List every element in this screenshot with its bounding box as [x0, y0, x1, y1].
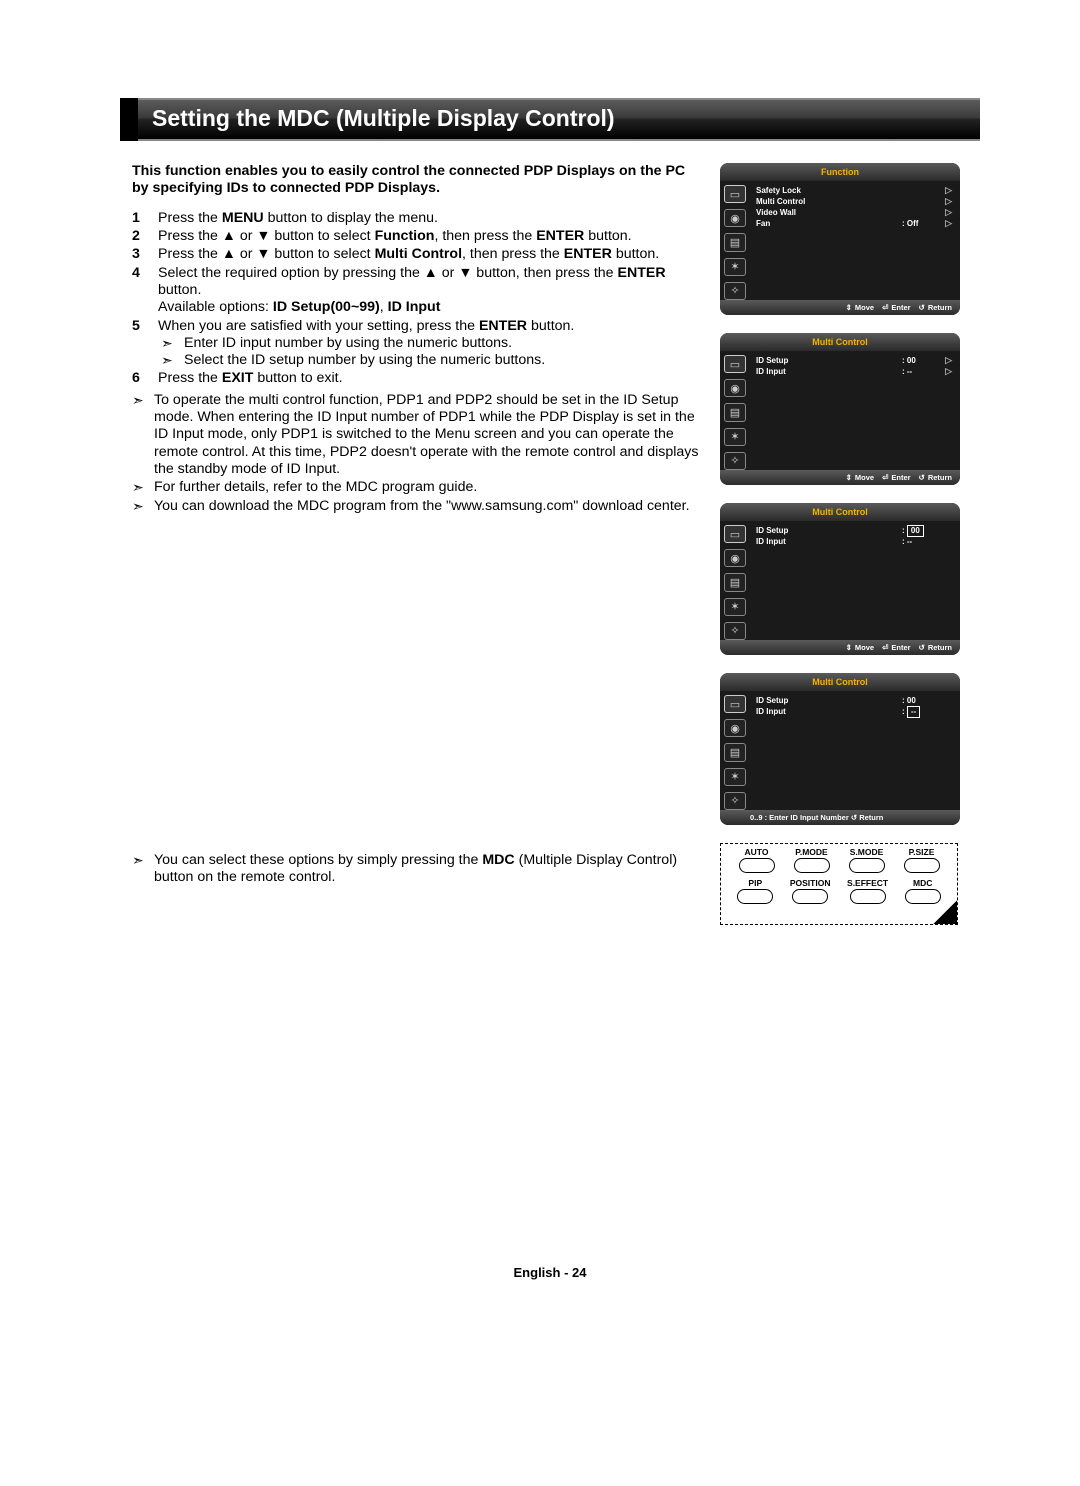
picture-icon: ▭ [724, 355, 746, 373]
remote-button: AUTO [739, 847, 775, 873]
function-icon: ✶ [724, 768, 746, 786]
setup-icon: ✧ [724, 622, 746, 640]
osd-screenshot-idinput: Multi Control ▭ ◉ ▤ ✶ ✧ ID Setup: 00ID I… [720, 673, 960, 825]
channel-icon: ▤ [724, 233, 746, 251]
enter-icon: ⏎ [882, 643, 888, 652]
enter-icon: ⏎ [882, 473, 888, 482]
enter-icon: ⏎ [882, 303, 888, 312]
remote-button: POSITION [790, 878, 831, 904]
intro-text: This function enables you to easily cont… [132, 163, 702, 198]
osd-footer-text: 0..9 : Enter ID Input Number ↺ Return [750, 813, 883, 822]
setup-icon: ✧ [724, 452, 746, 470]
picture-icon: ▭ [724, 525, 746, 543]
channel-icon: ▤ [724, 743, 746, 761]
move-icon: ⇕ [846, 473, 852, 482]
arrow-note: Enter ID input number by using the numer… [158, 335, 702, 352]
title-bar: Setting the MDC (Multiple Display Contro… [120, 98, 980, 141]
move-icon: ⇕ [846, 643, 852, 652]
move-icon: ⇕ [846, 303, 852, 312]
osd-screenshot-idsetup: Multi Control ▭ ◉ ▤ ✶ ✧ ID Setup: 00ID I… [720, 503, 960, 655]
return-icon: ↺ [919, 643, 925, 652]
setup-icon: ✧ [724, 282, 746, 300]
function-icon: ✶ [724, 598, 746, 616]
remote-control-diagram: AUTO P.MODE S.MODE P.SIZE PIP POSITION S.EFFE… [720, 843, 958, 925]
sound-icon: ◉ [724, 719, 746, 737]
return-icon: ↺ [919, 303, 925, 312]
function-icon: ✶ [724, 428, 746, 446]
arrow-note: Select the ID setup number by using the … [158, 352, 702, 369]
step-list: 1Press the MENU button to display the me… [132, 210, 702, 388]
sound-icon: ◉ [724, 379, 746, 397]
arrow-note: You can select these options by simply p… [132, 852, 702, 887]
arrow-note: For further details, refer to the MDC pr… [132, 479, 702, 496]
remote-button: S.EFFECT [847, 878, 888, 904]
arrow-note: You can download the MDC program from th… [132, 498, 702, 515]
page-title: Setting the MDC (Multiple Display Contro… [152, 105, 615, 131]
pointer-arrow-icon [931, 898, 957, 924]
function-icon: ✶ [724, 258, 746, 276]
setup-icon: ✧ [724, 792, 746, 810]
remote-button: PIP [737, 878, 773, 904]
channel-icon: ▤ [724, 573, 746, 591]
page-footer: English - 24 [120, 1265, 980, 1280]
arrow-note: To operate the multi control function, P… [132, 392, 702, 479]
sound-icon: ◉ [724, 549, 746, 567]
picture-icon: ▭ [724, 185, 746, 203]
osd-screenshot-function: Function ▭ ◉ ▤ ✶ ✧ Safety Lock▷Multi Con… [720, 163, 960, 315]
remote-button: P.MODE [794, 847, 830, 873]
osd-screenshot-multicontrol: Multi Control ▭ ◉ ▤ ✶ ✧ ID Setup: 00▷ID … [720, 333, 960, 485]
remote-button: P.SIZE [904, 847, 940, 873]
picture-icon: ▭ [724, 695, 746, 713]
sound-icon: ◉ [724, 209, 746, 227]
remote-button: S.MODE [849, 847, 885, 873]
return-icon: ↺ [919, 473, 925, 482]
channel-icon: ▤ [724, 403, 746, 421]
